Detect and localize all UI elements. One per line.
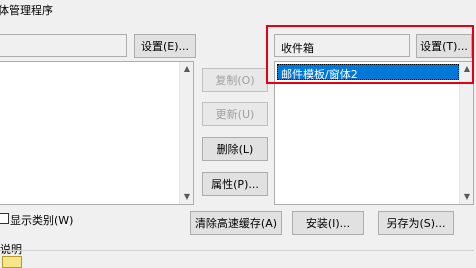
form-icon <box>2 256 22 268</box>
copy-button[interactable]: 复制(O) <box>202 68 268 92</box>
clear-cache-button[interactable]: 清除高速缓存(A) <box>190 211 282 235</box>
save-as-button[interactable]: 另存为(S)... <box>378 211 454 235</box>
highlight-annotation <box>266 25 474 84</box>
update-button[interactable]: 更新(U) <box>202 102 268 126</box>
description-label: 说明 <box>0 243 22 256</box>
delete-button[interactable]: 删除(L) <box>202 137 268 161</box>
window-title: 体管理程序 <box>0 4 53 17</box>
properties-button[interactable]: 属性(P)... <box>202 172 268 196</box>
scroll-down-icon[interactable]: ▼ <box>182 192 192 202</box>
left-folder-field[interactable] <box>0 34 127 57</box>
show-categories-checkbox[interactable] <box>0 213 9 224</box>
description-divider <box>0 250 474 251</box>
scroll-up-icon[interactable]: ▲ <box>182 64 192 74</box>
left-list-scrollbar[interactable]: ▲ ▼ <box>179 62 193 204</box>
show-categories-label: 显示类别(W) <box>10 214 74 227</box>
install-button[interactable]: 安装(I)... <box>292 211 364 235</box>
left-settings-button[interactable]: 设置(E)... <box>134 34 196 58</box>
scroll-down-icon[interactable]: ▼ <box>462 192 472 202</box>
left-forms-list[interactable]: ▲ ▼ <box>0 61 194 205</box>
